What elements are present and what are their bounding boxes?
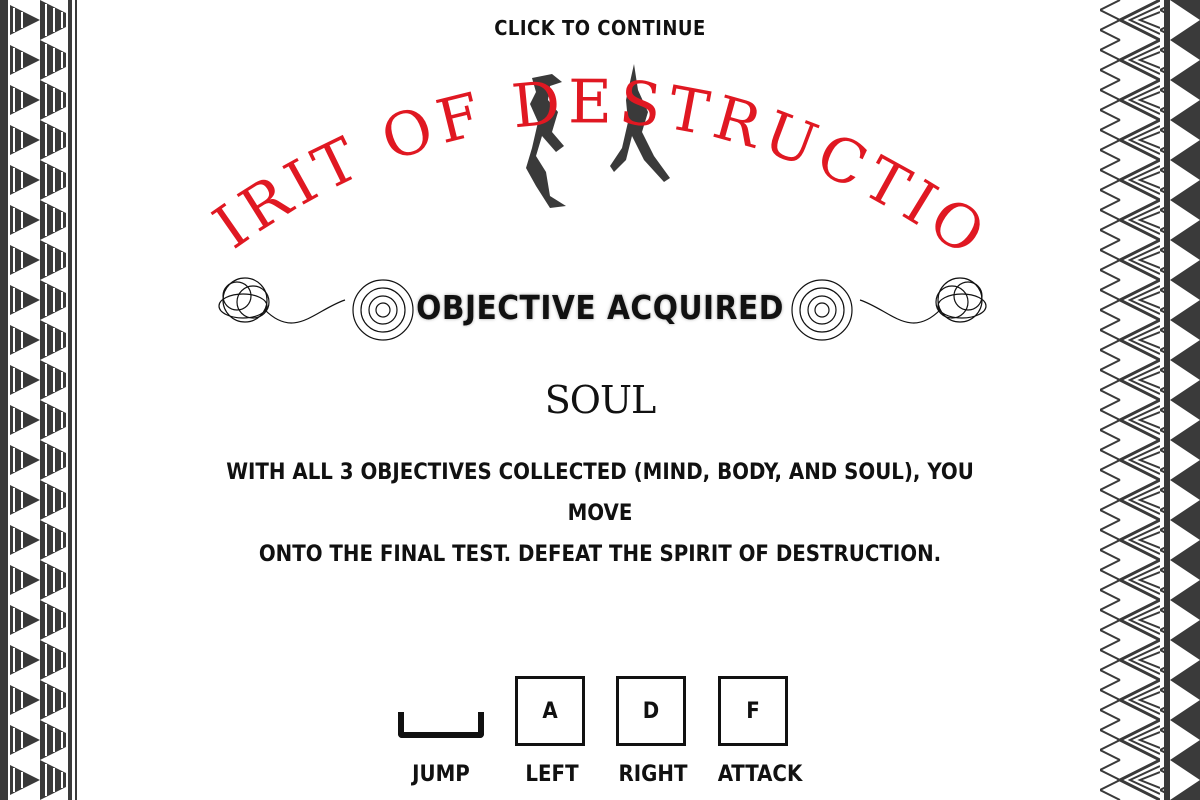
- spacebar-icon: [398, 712, 484, 738]
- key-f: F: [718, 676, 788, 746]
- control-label-jump: JUMP: [412, 762, 470, 787]
- control-label-right: RIGHT: [618, 762, 688, 787]
- key-a: A: [515, 676, 585, 746]
- objective-acquired-heading: OBJECTIVE ACQUIRED: [416, 288, 784, 327]
- click-to-continue-prompt[interactable]: CLICK TO CONTINUE: [0, 16, 1200, 40]
- description-line: WITH ALL 3 OBJECTIVES COLLECTED (MIND, B…: [226, 460, 974, 526]
- description-line: ONTO THE FINAL TEST. DEFEAT THE SPIRIT O…: [258, 542, 942, 567]
- objective-description: WITH ALL 3 OBJECTIVES COLLECTED (MIND, B…: [200, 452, 1000, 575]
- title-text: SPIRIT OF DESTRUCTION: [180, 60, 980, 270]
- objective-name: SOUL: [544, 378, 656, 422]
- game-title: SPIRIT OF DESTRUCTION: [180, 60, 980, 270]
- key-d: D: [616, 676, 686, 746]
- control-label-attack: ATTACK: [717, 762, 803, 787]
